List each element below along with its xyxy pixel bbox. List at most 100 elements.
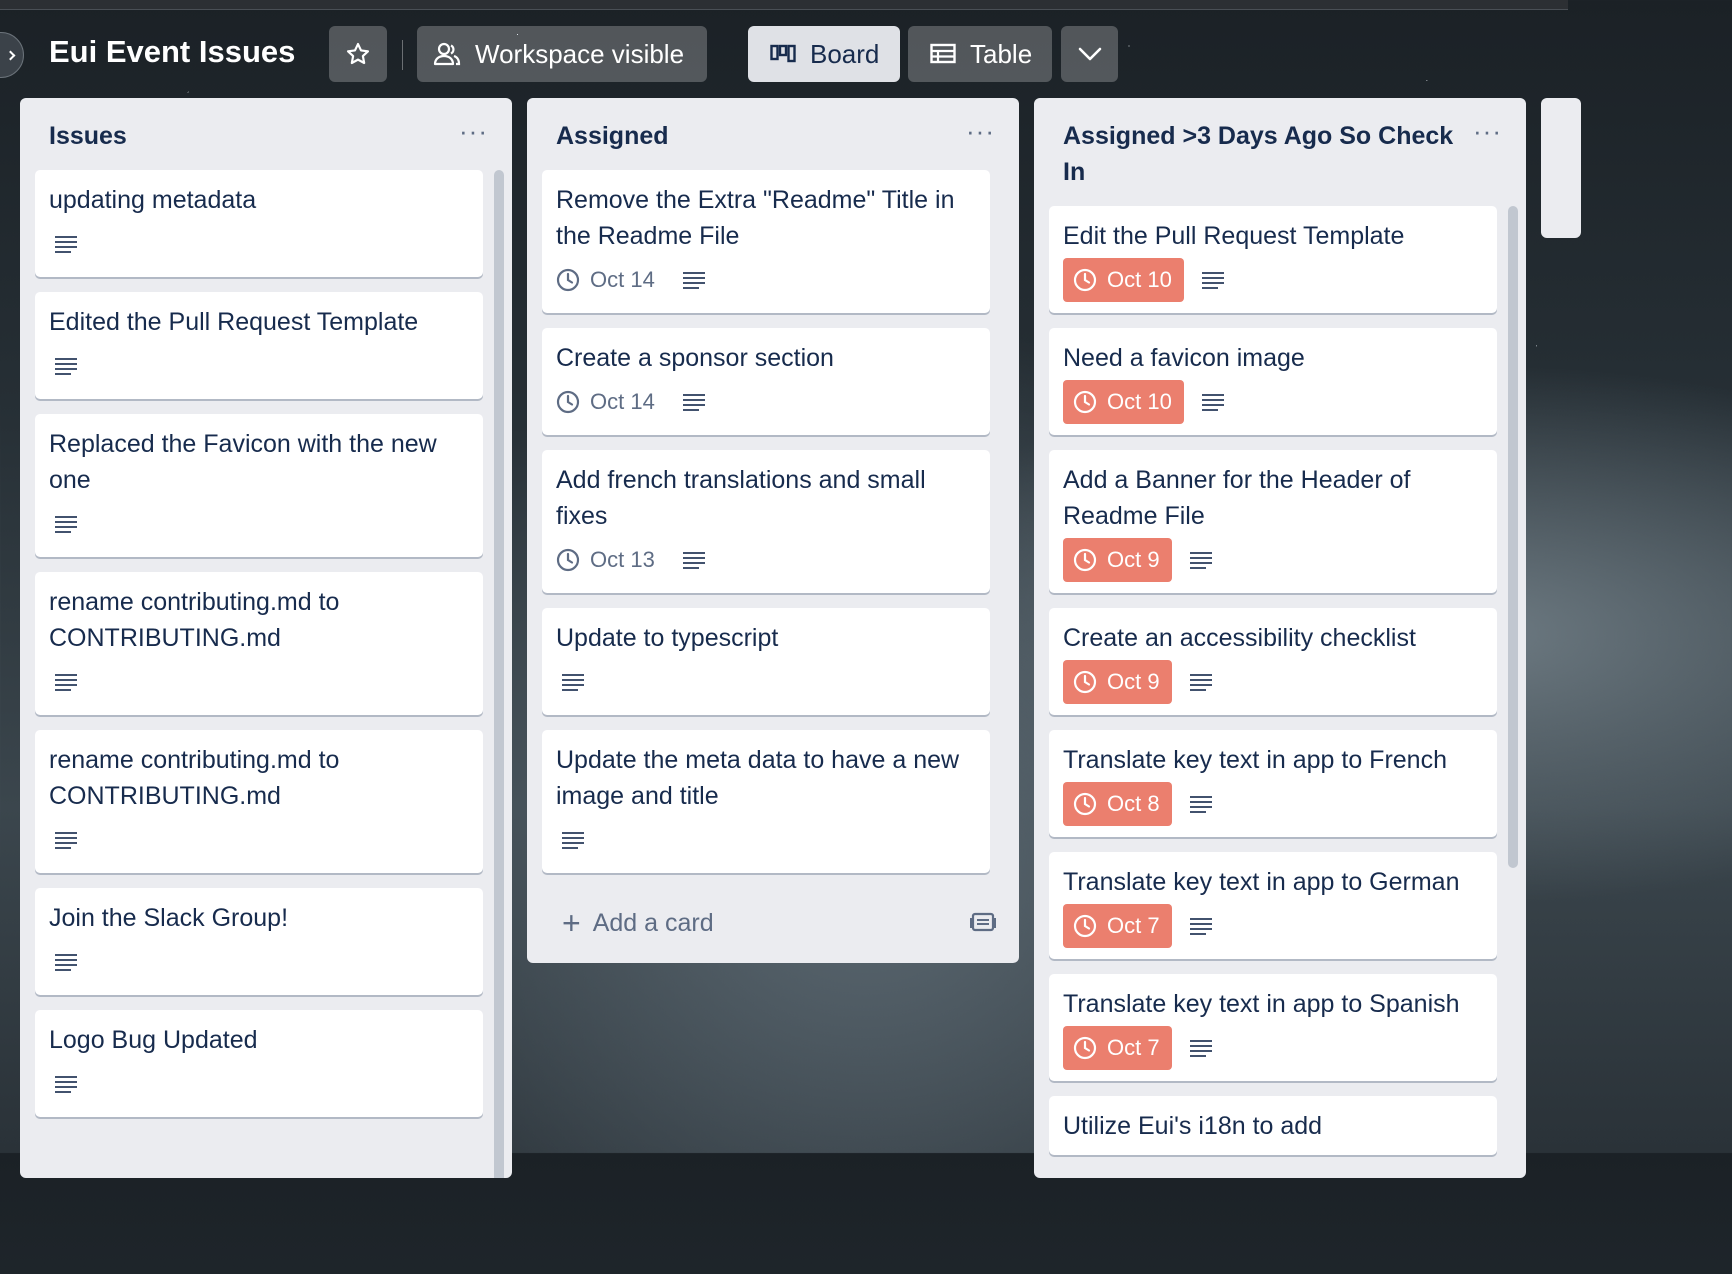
list-title[interactable]: Assigned >3 Days Ago So Check In xyxy=(1034,98,1526,190)
more-views-button[interactable] xyxy=(1061,26,1118,82)
card-badges xyxy=(556,818,976,862)
card[interactable]: rename contributing.md to CONTRIBUTING.m… xyxy=(35,730,483,873)
list-title[interactable]: Assigned xyxy=(527,98,1019,154)
card-title: updating metadata xyxy=(49,186,257,214)
card[interactable]: updating metadata xyxy=(35,170,483,277)
card[interactable]: Update the meta data to have a new image… xyxy=(542,730,990,873)
description-icon xyxy=(682,272,705,289)
card[interactable]: Update to typescript xyxy=(542,608,990,715)
window-top-edge xyxy=(0,0,1568,10)
card[interactable]: Create an accessibility checklist Oct 9 xyxy=(1049,608,1497,715)
clock-icon xyxy=(1073,390,1097,414)
star-button[interactable] xyxy=(329,26,387,82)
due-date-badge-overdue[interactable]: Oct 8 xyxy=(1063,782,1172,826)
due-date-badge[interactable]: Oct 13 xyxy=(556,538,655,582)
table-icon xyxy=(930,43,956,64)
card-template-icon[interactable] xyxy=(970,911,996,935)
card-title: Update to typescript xyxy=(556,624,779,652)
card[interactable]: rename contributing.md to CONTRIBUTING.m… xyxy=(35,572,483,715)
description-icon xyxy=(1201,394,1224,411)
plus-icon: + xyxy=(562,905,581,941)
table-view-button[interactable]: Table xyxy=(908,26,1052,82)
card-badges: Oct 10 xyxy=(1063,258,1483,302)
list-cards: Edit the Pull Request Template Oct 10 Need… xyxy=(1049,206,1526,1170)
due-date-label: Oct 10 xyxy=(1107,389,1172,414)
card[interactable]: Need a favicon image Oct 10 xyxy=(1049,328,1497,435)
card[interactable]: Add french translations and small fixes O… xyxy=(542,450,990,593)
list-title[interactable]: Issues xyxy=(20,98,512,154)
list-menu-icon[interactable]: ··· xyxy=(459,116,488,147)
card[interactable]: Edited the Pull Request Template xyxy=(35,292,483,399)
card[interactable]: Logo Bug Updated xyxy=(35,1010,483,1117)
due-date-badge-overdue[interactable]: Oct 10 xyxy=(1063,258,1184,302)
card-badges xyxy=(49,818,469,862)
board-title[interactable]: Eui Event Issues xyxy=(49,34,295,70)
card-title: Logo Bug Updated xyxy=(49,1026,258,1054)
card[interactable]: Utilize Eui's i18n to add xyxy=(1049,1096,1497,1155)
due-date-label: Oct 13 xyxy=(590,547,655,572)
card-badges: Oct 9 xyxy=(1063,538,1483,582)
list-menu-icon[interactable]: ··· xyxy=(1473,116,1502,147)
list-assigned-overdue: Assigned >3 Days Ago So Check In ··· Edi… xyxy=(1034,98,1526,1178)
card[interactable]: Translate key text in app to German Oct 7 xyxy=(1049,852,1497,959)
description-icon xyxy=(55,832,77,849)
description-icon xyxy=(1189,552,1212,569)
due-date-badge[interactable]: Oct 14 xyxy=(556,258,655,302)
due-date-badge-overdue[interactable]: Oct 9 xyxy=(1063,538,1172,582)
card-title: Utilize Eui's i18n to add xyxy=(1063,1112,1323,1140)
due-date-label: Oct 9 xyxy=(1107,669,1160,694)
card-badges xyxy=(556,660,976,704)
board-icon xyxy=(770,44,796,63)
add-card-label: Add a card xyxy=(592,908,714,937)
card[interactable]: Edit the Pull Request Template Oct 10 xyxy=(1049,206,1497,313)
visibility-button[interactable]: Workspace visible xyxy=(417,26,707,82)
card-title: Edited the Pull Request Template xyxy=(49,308,419,336)
card-badges: Oct 10 xyxy=(1063,380,1483,424)
clock-icon xyxy=(556,390,580,414)
description-icon xyxy=(55,954,77,971)
list-menu-icon[interactable]: ··· xyxy=(966,116,995,147)
due-date-badge-overdue[interactable]: Oct 9 xyxy=(1063,660,1172,704)
card[interactable]: Translate key text in app to French Oct 8 xyxy=(1049,730,1497,837)
card[interactable]: Add a Banner for the Header of Readme Fi… xyxy=(1049,450,1497,593)
description-icon xyxy=(1189,1040,1212,1057)
card-badges xyxy=(49,222,469,266)
clock-icon xyxy=(556,548,580,572)
header-divider xyxy=(402,40,403,70)
card-badges: Oct 7 xyxy=(1063,1026,1483,1070)
card-title: rename contributing.md to CONTRIBUTING.m… xyxy=(49,588,340,652)
card-title: Add french translations and small fixes xyxy=(556,466,926,530)
due-date-badge-overdue[interactable]: Oct 7 xyxy=(1063,904,1172,948)
description-icon xyxy=(55,516,77,533)
description-icon xyxy=(55,358,77,375)
card-badges xyxy=(49,940,469,984)
card[interactable]: Remove the Extra "Readme" Title in the R… xyxy=(542,170,990,313)
card-title: Join the Slack Group! xyxy=(49,904,289,932)
due-date-label: Oct 14 xyxy=(590,389,655,414)
description-icon xyxy=(1201,272,1224,289)
card-badges xyxy=(49,1062,469,1106)
due-date-badge-overdue[interactable]: Oct 7 xyxy=(1063,1026,1172,1070)
card-title: Add a Banner for the Header of Readme Fi… xyxy=(1063,466,1411,530)
due-date-label: Oct 10 xyxy=(1107,267,1172,292)
card-badges: Oct 14 xyxy=(556,380,976,424)
chevron-down-icon xyxy=(1078,47,1101,61)
collapse-sidebar-button[interactable] xyxy=(0,32,24,78)
due-date-badge-overdue[interactable]: Oct 10 xyxy=(1063,380,1184,424)
card-badges xyxy=(49,502,469,546)
card[interactable]: Replaced the Favicon with the new one xyxy=(35,414,483,557)
card[interactable]: Translate key text in app to Spanish Oct … xyxy=(1049,974,1497,1081)
card[interactable]: Create a sponsor section Oct 14 xyxy=(542,328,990,435)
description-icon xyxy=(1189,796,1212,813)
card-title: Need a favicon image xyxy=(1063,344,1305,372)
card[interactable]: Join the Slack Group! xyxy=(35,888,483,995)
card-badges: Oct 13 xyxy=(556,538,976,582)
add-card-button[interactable]: + Add a card xyxy=(542,893,1004,953)
list-assigned: Assigned ··· Remove the Extra "Readme" T… xyxy=(527,98,1019,963)
people-icon xyxy=(433,42,461,66)
card-title: Edit the Pull Request Template xyxy=(1063,222,1405,250)
due-date-badge[interactable]: Oct 14 xyxy=(556,380,655,424)
board-view-button[interactable]: Board xyxy=(748,26,900,82)
card-title: Replaced the Favicon with the new one xyxy=(49,430,437,494)
list-cards: updating metadata Edited the Pull Request… xyxy=(35,170,512,1132)
